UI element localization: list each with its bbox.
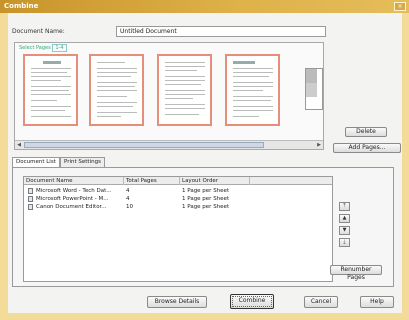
preview-page-range: 1-4	[52, 44, 67, 52]
window-title: Combine	[4, 2, 39, 10]
combine-dialog: Combine × Document Name: Untitled Docume…	[0, 0, 409, 320]
scroll-left-icon[interactable]: ◀	[15, 141, 23, 149]
close-icon[interactable]: ×	[394, 2, 406, 11]
scroll-right-icon[interactable]: ▶	[315, 141, 323, 149]
move-to-bottom-icon[interactable]: ⤓	[339, 238, 350, 247]
document-list[interactable]: Document Name Total Pages Layout Order M…	[23, 176, 333, 282]
list-item[interactable]: Microsoft PowerPoint - M... 4 1 Page per…	[24, 195, 332, 203]
page-thumbnail[interactable]	[89, 54, 144, 126]
add-pages-button[interactable]: Add Pages...	[333, 143, 401, 153]
page-preview-pane[interactable]: Select Pages 1-4 ◀ ▶	[14, 42, 324, 150]
document-name: Microsoft PowerPoint - M...	[36, 196, 109, 202]
move-up-icon[interactable]: ▲	[339, 214, 350, 223]
title-bar[interactable]: Combine ×	[0, 0, 409, 13]
preview-header-label: Select Pages	[19, 45, 51, 51]
layout-order: 1 Page per Sheet	[182, 204, 230, 210]
page-thumbnail[interactable]	[225, 54, 280, 126]
total-pages: 4	[126, 196, 130, 202]
document-name-input[interactable]: Untitled Document	[116, 26, 326, 37]
document-icon	[28, 196, 33, 202]
column-header-total-pages[interactable]: Total Pages	[124, 177, 180, 185]
cancel-button[interactable]: Cancel	[304, 296, 338, 308]
document-name-label: Document Name:	[12, 28, 65, 35]
document-name: Canon Document Editor...	[36, 204, 107, 210]
combine-button[interactable]: Combine	[230, 294, 274, 309]
tab-print-settings[interactable]: Print Settings	[60, 157, 105, 167]
page-thumbnail-partial[interactable]	[305, 68, 323, 110]
document-icon	[28, 188, 33, 194]
move-down-icon[interactable]: ▼	[339, 226, 350, 235]
total-pages: 10	[126, 204, 133, 210]
column-header-layout-order[interactable]: Layout Order	[180, 177, 250, 185]
browse-details-button[interactable]: Browse Details	[147, 296, 207, 308]
layout-order: 1 Page per Sheet	[182, 196, 230, 202]
help-button[interactable]: Help	[360, 296, 394, 308]
list-item[interactable]: Canon Document Editor... 10 1 Page per S…	[24, 203, 332, 211]
delete-button[interactable]: Delete	[345, 127, 387, 137]
move-to-top-icon[interactable]: ⤒	[339, 202, 350, 211]
total-pages: 4	[126, 188, 130, 194]
list-item[interactable]: Microsoft Word - Tech Dat... 4 1 Page pe…	[24, 187, 332, 195]
preview-scrollbar[interactable]: ◀ ▶	[15, 140, 323, 149]
document-icon	[28, 204, 33, 210]
list-header: Document Name Total Pages Layout Order	[24, 177, 332, 185]
renumber-pages-button[interactable]: Renumber Pages	[330, 265, 382, 281]
layout-order: 1 Page per Sheet	[182, 188, 230, 194]
page-thumbnail[interactable]	[23, 54, 78, 126]
preview-header: Select Pages 1-4	[19, 44, 67, 52]
scrollbar-thumb[interactable]	[24, 142, 264, 148]
column-header-document-name[interactable]: Document Name	[24, 177, 124, 185]
page-thumbnail[interactable]	[157, 54, 212, 126]
document-name: Microsoft Word - Tech Dat...	[36, 188, 112, 194]
